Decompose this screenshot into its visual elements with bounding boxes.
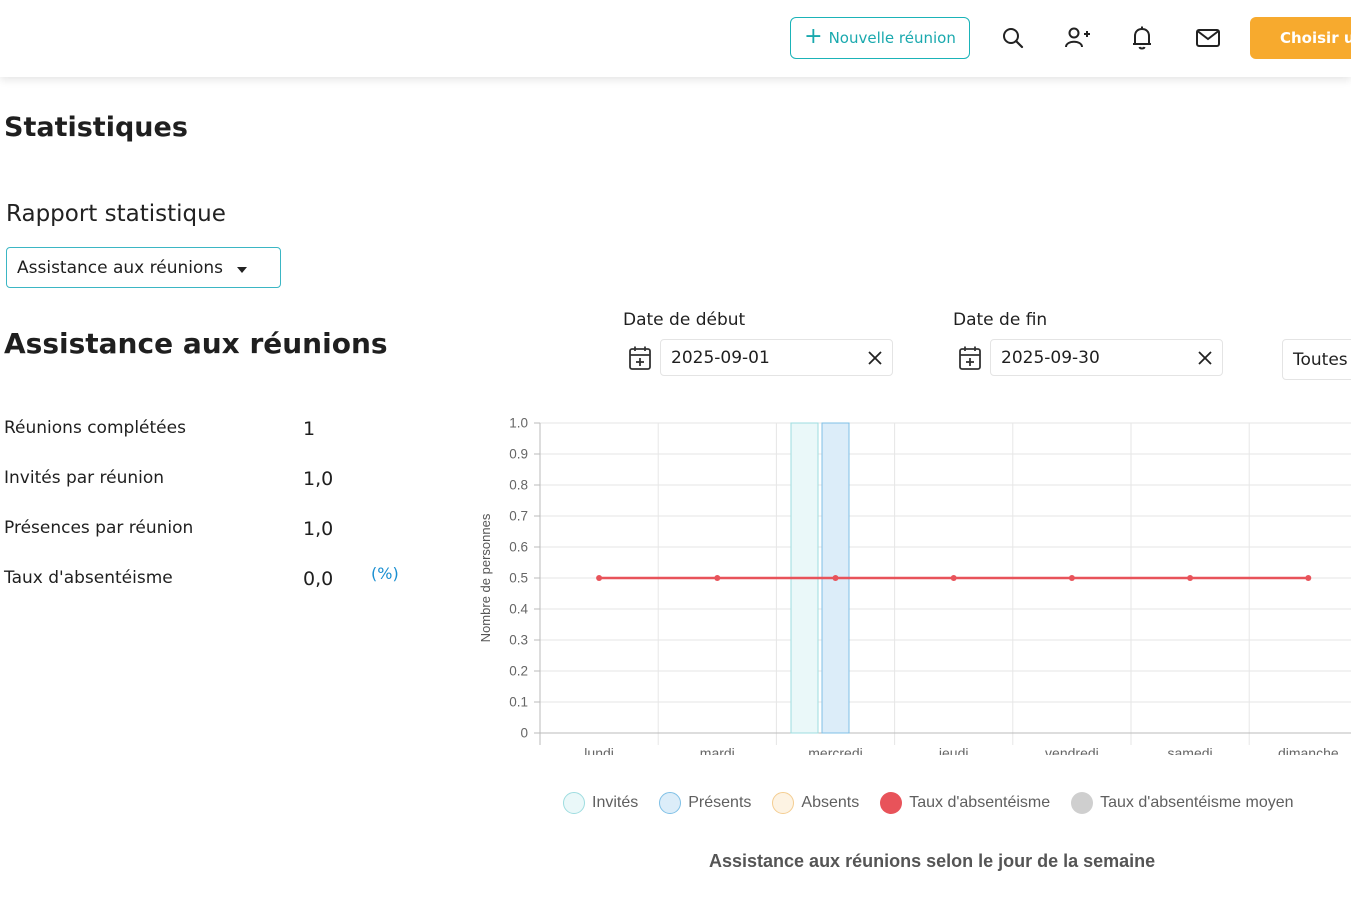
legend-item-invites[interactable]: Invités xyxy=(563,792,638,814)
stat-label-invited: Invités par réunion xyxy=(4,468,165,488)
end-date-value: 2025-09-30 xyxy=(1001,347,1100,368)
start-date-label: Date de début xyxy=(623,310,746,330)
group-filter-select[interactable]: Toutes xyxy=(1282,339,1351,380)
legend-swatch xyxy=(659,792,682,814)
group-filter-value: Toutes xyxy=(1293,349,1348,370)
stat-label-absenteeism: Taux d'absentéisme xyxy=(4,568,173,588)
legend-swatch xyxy=(772,792,795,814)
legend-item-presents[interactable]: Présents xyxy=(659,792,751,814)
new-meeting-button[interactable]: + Nouvelle réunion xyxy=(790,17,970,59)
start-date-input[interactable]: 2025-09-01 xyxy=(660,339,893,376)
section-title: Assistance aux réunions xyxy=(4,327,388,360)
y-tick-label: 0.3 xyxy=(509,633,528,648)
y-axis-title: Nombre de personnes xyxy=(478,513,493,642)
y-tick-label: 0.1 xyxy=(509,695,528,710)
top-bar: + Nouvelle réunion Choisir un xyxy=(0,0,1351,77)
attendance-chart: 0 0.1 0.2 0.3 0.4 0.5 0.6 0.7 0.8 0.9 1.0 lundi mard… xyxy=(478,416,1351,755)
calendar-icon[interactable] xyxy=(958,345,982,371)
chart-legend: Invités Présents Absents Taux d'absentéi… xyxy=(563,792,1315,814)
mail-icon[interactable] xyxy=(1194,24,1222,52)
y-tick-label: 0.2 xyxy=(509,664,528,679)
y-tick-label: 0.8 xyxy=(509,478,528,493)
legend-swatch xyxy=(563,792,585,814)
legend-label: Présents xyxy=(688,794,752,811)
legend-item-avg-absenteeism[interactable]: Taux d'absentéisme moyen xyxy=(1071,792,1294,814)
caret-down-icon xyxy=(237,266,248,273)
report-type-select[interactable]: Assistance aux réunions xyxy=(6,247,281,288)
add-user-icon[interactable] xyxy=(1063,24,1091,52)
y-tick-label: 0.6 xyxy=(509,540,528,555)
y-tick-label: 0.4 xyxy=(509,602,528,617)
y-tick-label: 0.5 xyxy=(509,571,528,586)
data-point xyxy=(1187,575,1194,581)
new-meeting-label: Nouvelle réunion xyxy=(828,29,956,47)
y-tick-label: 0.9 xyxy=(509,447,528,462)
plus-icon: + xyxy=(804,24,823,49)
data-point xyxy=(1068,575,1075,581)
page-title: Statistiques xyxy=(4,112,188,143)
absenteeism-unit: (%) xyxy=(371,564,399,583)
y-tick-label: 0 xyxy=(520,726,528,741)
report-select-value: Assistance aux réunions xyxy=(17,257,224,278)
stat-value-absenteeism: 0,0 xyxy=(303,568,334,590)
stat-value-present: 1,0 xyxy=(303,518,334,540)
legend-label: Taux d'absentéisme xyxy=(909,794,1051,811)
x-tick-label: mercredi xyxy=(808,745,862,755)
chart-title: Assistance aux réunions selon le jour de… xyxy=(709,851,1156,871)
data-point xyxy=(950,575,957,581)
x-tick-label: jeudi xyxy=(938,745,969,755)
data-point xyxy=(832,575,839,581)
search-icon[interactable] xyxy=(999,24,1027,52)
legend-item-absenteeism[interactable]: Taux d'absentéisme xyxy=(880,792,1050,814)
data-point xyxy=(1305,575,1312,581)
x-tick-label: vendredi xyxy=(1045,745,1099,755)
calendar-icon[interactable] xyxy=(628,345,652,371)
x-tick-label: lundi xyxy=(584,745,614,755)
data-point xyxy=(596,575,603,581)
clear-icon[interactable] xyxy=(867,350,883,366)
legend-swatch xyxy=(880,792,903,814)
legend-label: Invités xyxy=(592,794,639,811)
stat-label-present: Présences par réunion xyxy=(4,518,194,538)
x-tick-label: dimanche xyxy=(1278,745,1339,755)
x-tick-label: mardi xyxy=(700,745,735,755)
end-date-input[interactable]: 2025-09-30 xyxy=(990,339,1223,376)
legend-label: Taux d'absentéisme moyen xyxy=(1100,794,1294,811)
bell-icon[interactable] xyxy=(1128,24,1156,52)
end-date-label: Date de fin xyxy=(953,310,1048,330)
choose-button[interactable]: Choisir un xyxy=(1250,17,1351,59)
x-tick-label: samedi xyxy=(1168,745,1213,755)
choose-button-label: Choisir un xyxy=(1280,29,1351,47)
data-point xyxy=(714,575,721,581)
y-tick-label: 0.7 xyxy=(509,509,528,524)
legend-item-absents[interactable]: Absents xyxy=(772,792,859,814)
stat-value-completed: 1 xyxy=(303,418,316,440)
legend-swatch xyxy=(1071,792,1094,814)
clear-icon[interactable] xyxy=(1197,350,1213,366)
stat-label-completed: Réunions complétées xyxy=(4,418,186,438)
stat-value-invited: 1,0 xyxy=(303,468,334,490)
start-date-value: 2025-09-01 xyxy=(671,347,770,368)
y-tick-label: 1.0 xyxy=(509,416,528,431)
legend-label: Absents xyxy=(801,794,860,811)
report-label: Rapport statistique xyxy=(6,201,226,227)
